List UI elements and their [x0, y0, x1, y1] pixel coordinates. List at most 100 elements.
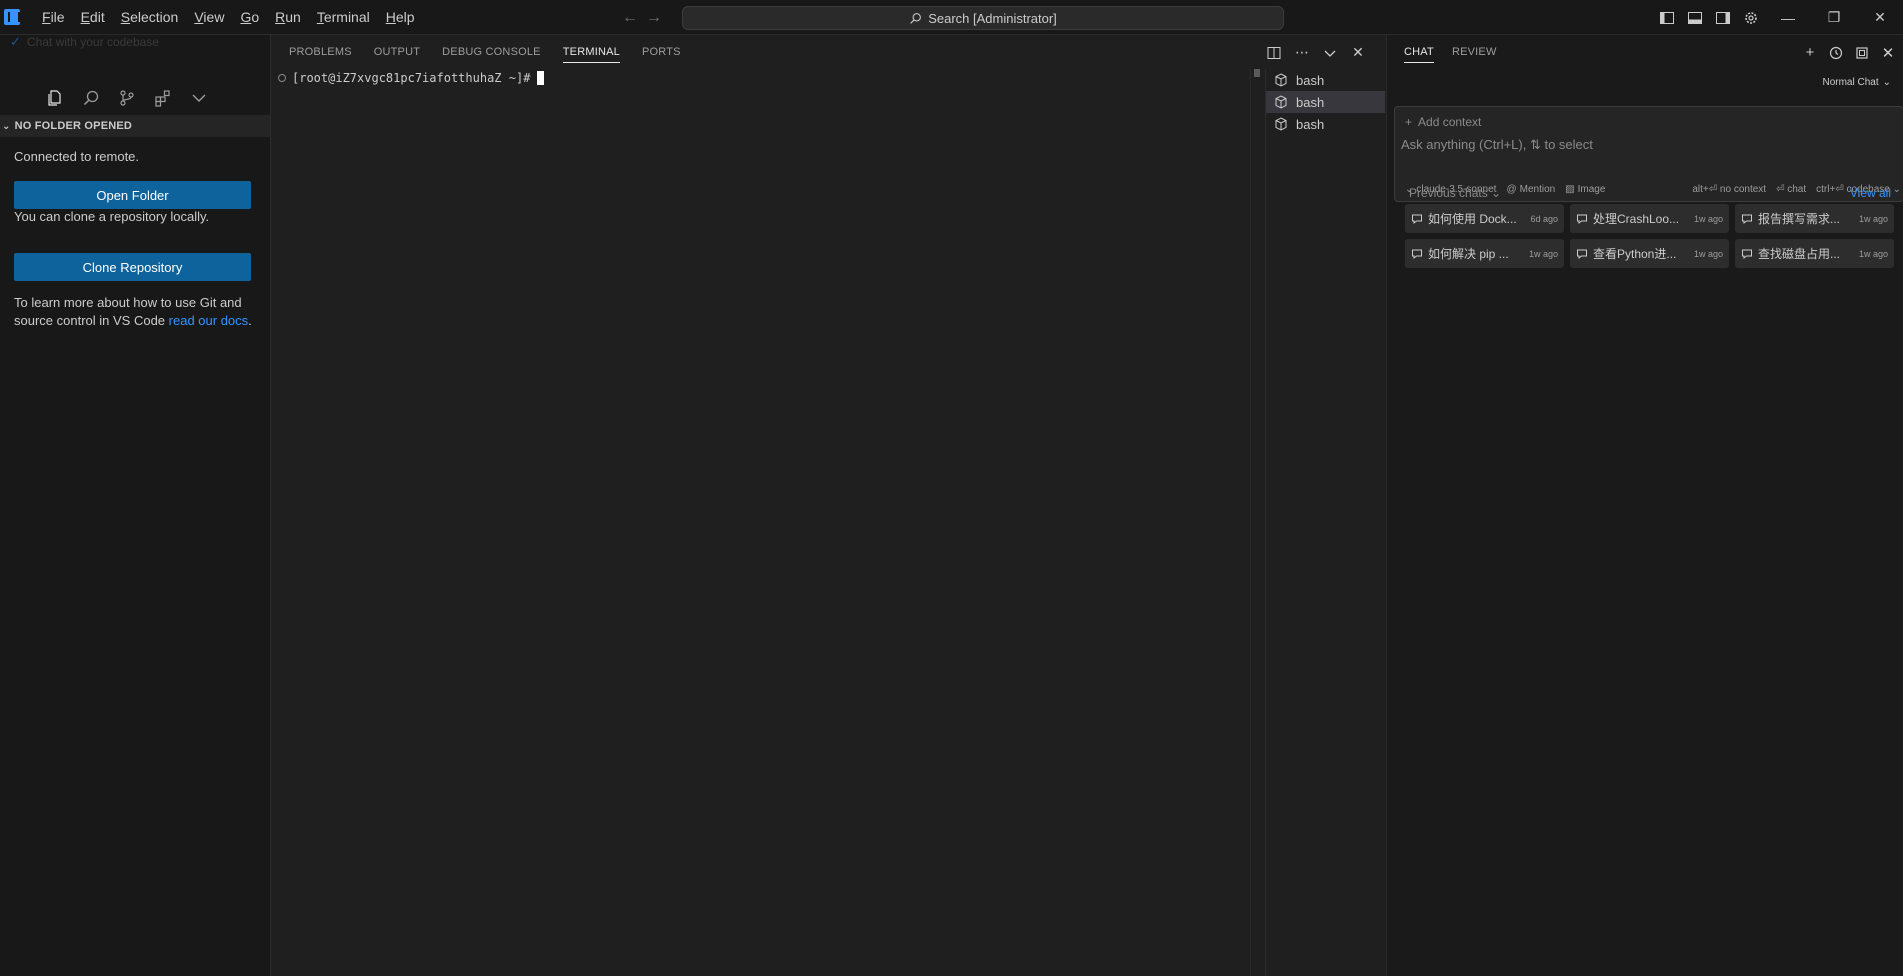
more-actions-icon[interactable]: ⋯ — [1291, 42, 1313, 64]
chat-history-time: 1w ago — [1693, 248, 1723, 259]
toggle-secondary-sidebar-icon[interactable] — [1709, 0, 1737, 35]
image-label: Image — [1577, 184, 1606, 195]
terminal-cube-icon — [1275, 117, 1287, 131]
chat-history-item[interactable]: 查找磁盘占用... 1w ago — [1735, 239, 1894, 268]
tab-terminal[interactable]: TERMINAL — [552, 35, 631, 70]
chat-sidebar: CHAT REVIEW + ✕ Normal Chat ⌄ + Add cont… — [1386, 35, 1903, 976]
connected-text: Connected to remote. — [14, 149, 140, 164]
chat-history-item[interactable]: 报告撰写需求... 1w ago — [1735, 204, 1894, 233]
ghost-text: Chat with your codebase — [26, 35, 159, 49]
panel-actions: ⋯ ✕ — [1263, 35, 1385, 70]
chat-shortcut[interactable]: ⏎ chat — [1776, 184, 1806, 195]
chat-bubble-icon — [1412, 214, 1422, 224]
tab-output[interactable]: OUTPUT — [363, 35, 431, 70]
no-context-shortcut[interactable]: alt+⏎ no context — [1692, 184, 1766, 195]
terminal-tab-label: bash — [1296, 94, 1325, 110]
bottom-panel: PROBLEMS OUTPUT DEBUG CONSOLE TERMINAL P… — [272, 35, 1385, 976]
image-icon: ▨ — [1565, 184, 1575, 195]
extensions-icon[interactable] — [150, 83, 176, 113]
restore-icon[interactable]: ❐ — [1811, 0, 1857, 35]
previous-chats-toggle[interactable]: Previous chats ⌄ — [1409, 186, 1501, 200]
menu-run[interactable]: Run — [267, 0, 309, 35]
terminal-output[interactable]: [root@iZ7xvgc81pc7iafotthuhaZ ~]# — [278, 71, 545, 85]
terminal-list: bash bash bash — [1265, 69, 1385, 976]
scrollbar-thumb[interactable] — [1254, 69, 1260, 77]
add-context-label: Add context — [1418, 115, 1482, 129]
terminal-prompt: [root@iZ7xvgc81pc7iafotthuhaZ ~]# — [292, 71, 531, 85]
menu-help[interactable]: Help — [378, 0, 423, 35]
close-panel-icon[interactable]: ✕ — [1347, 42, 1369, 64]
terminal-tab-bash-2[interactable]: bash — [1266, 91, 1385, 113]
terminal-tab-bash-3[interactable]: bash — [1266, 113, 1385, 135]
mention-label: Mention — [1519, 184, 1556, 195]
chat-history-grid: 如何使用 Dock... 6d ago 处理CrashLoo... 1w ago… — [1405, 204, 1894, 268]
chat-history-time: 6d ago — [1530, 213, 1558, 224]
no-folder-section-header[interactable]: ⌄ NO FOLDER OPENED — [0, 115, 270, 137]
at-icon: @ — [1506, 184, 1517, 195]
chat-history-item[interactable]: 如何解决 pip ... 1w ago — [1405, 239, 1564, 268]
command-center-search[interactable]: Search [Administrator] — [682, 6, 1284, 30]
split-terminal-icon[interactable] — [1263, 42, 1285, 64]
menu-terminal[interactable]: Terminal — [309, 0, 378, 35]
chat-mode-select[interactable]: Normal Chat ⌄ — [1822, 77, 1891, 88]
menu-view[interactable]: View — [186, 0, 232, 35]
chat-bubble-icon — [1742, 249, 1752, 259]
toggle-panel-icon[interactable] — [1681, 0, 1709, 35]
chevron-down-icon[interactable] — [186, 83, 212, 113]
history-icon[interactable] — [1825, 42, 1847, 64]
chat-history-item[interactable]: 查看Python进... 1w ago — [1570, 239, 1729, 268]
explorer-icon[interactable] — [42, 83, 68, 119]
terminal-tab-bash-1[interactable]: bash — [1266, 69, 1385, 91]
add-context-button[interactable]: + Add context — [1405, 115, 1481, 129]
menu-selection[interactable]: Selection — [113, 0, 187, 35]
chat-history-item[interactable]: 处理CrashLoo... 1w ago — [1570, 204, 1729, 233]
chat-history-title: 处理CrashLoo... — [1593, 212, 1680, 226]
chevron-down-icon[interactable] — [1319, 42, 1341, 64]
menu-file[interactable]: File — [34, 0, 73, 35]
chat-history-item[interactable]: 如何使用 Dock... 6d ago — [1405, 204, 1564, 233]
terminal-tab-label: bash — [1296, 72, 1325, 88]
chevron-down-icon: ⌄ — [2, 120, 11, 132]
chat-history-title: 报告撰写需求... — [1758, 212, 1841, 226]
image-button[interactable]: ▨ Image — [1565, 184, 1605, 195]
minimize-icon[interactable]: — — [1765, 0, 1811, 35]
chat-actions: + ✕ — [1799, 35, 1903, 70]
read-docs-link[interactable]: read our docs — [169, 313, 249, 328]
mention-button[interactable]: @ Mention — [1506, 184, 1555, 195]
chat-bubble-icon — [1412, 249, 1422, 259]
chat-bubble-icon — [1577, 214, 1587, 224]
search-label: Search [Administrator] — [928, 10, 1057, 26]
tab-debug-console[interactable]: DEBUG CONSOLE — [431, 35, 552, 70]
search-view-icon[interactable] — [78, 83, 104, 113]
chat-input[interactable] — [1401, 134, 1891, 154]
toggle-primary-sidebar-icon[interactable] — [1653, 0, 1681, 35]
view-all-link[interactable]: View all — [1850, 186, 1891, 200]
primary-sidebar: ✓ Chat with your codebase ⌄ NO FOLDER OP… — [0, 35, 271, 976]
back-arrow-icon[interactable]: ← — [622, 9, 638, 27]
close-icon[interactable]: ✕ — [1857, 0, 1903, 35]
close-chat-icon[interactable]: ✕ — [1877, 42, 1899, 64]
section-title: NO FOLDER OPENED — [14, 120, 133, 132]
source-control-icon[interactable] — [114, 83, 140, 113]
app-logo-icon — [4, 9, 20, 25]
maximize-icon[interactable] — [1851, 42, 1873, 64]
menu-go[interactable]: Go — [232, 0, 267, 35]
new-chat-icon[interactable]: + — [1799, 42, 1821, 64]
tab-review[interactable]: REVIEW — [1452, 35, 1497, 70]
tab-ports[interactable]: PORTS — [631, 35, 692, 70]
search-icon — [910, 12, 922, 24]
chat-bubble-icon — [1742, 214, 1752, 224]
menu-edit[interactable]: Edit — [73, 0, 113, 35]
tab-chat[interactable]: CHAT — [1404, 35, 1434, 70]
open-folder-button[interactable]: Open Folder — [14, 181, 251, 209]
chat-history-time: 1w ago — [1528, 248, 1558, 259]
chat-history-title: 查找磁盘占用... — [1758, 247, 1841, 261]
chat-history-time: 1w ago — [1858, 248, 1888, 259]
clone-text: You can clone a repository locally. — [14, 209, 210, 224]
terminal-scrollbar[interactable] — [1250, 69, 1264, 976]
clone-repository-button[interactable]: Clone Repository — [14, 253, 251, 281]
forward-arrow-icon[interactable]: → — [646, 9, 662, 27]
tab-problems[interactable]: PROBLEMS — [278, 35, 363, 70]
gear-icon[interactable] — [1737, 0, 1765, 35]
nav-arrows: ← → — [622, 0, 662, 35]
